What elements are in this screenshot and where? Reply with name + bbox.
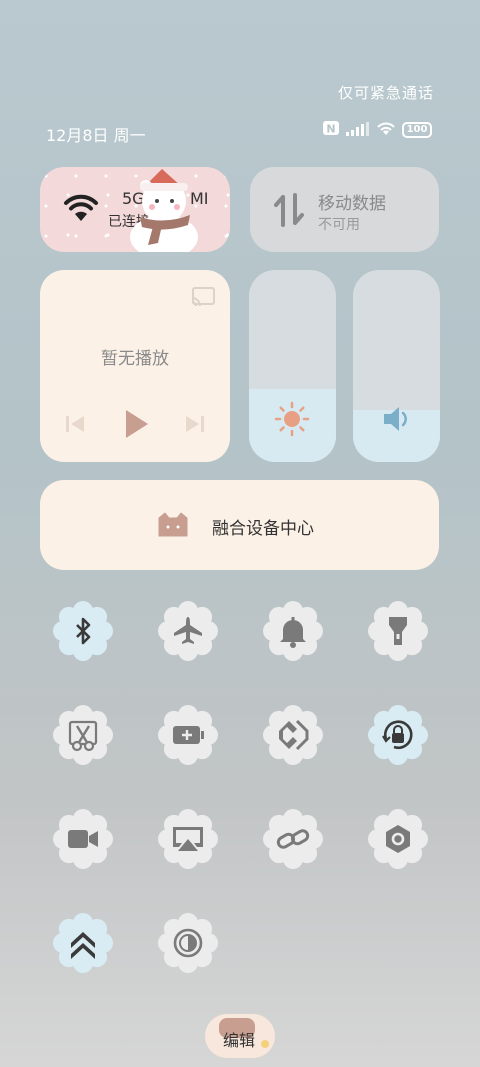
wifi-status-icon	[376, 121, 396, 140]
fusion-device-center-label: 融合设备中心	[212, 519, 314, 539]
toggle-screen-recorder[interactable]	[52, 808, 114, 870]
svg-text:N: N	[326, 123, 335, 136]
next-track-icon[interactable]	[184, 413, 206, 439]
volume-slider[interactable]	[353, 270, 440, 462]
toggle-battery-saver[interactable]	[157, 704, 219, 766]
nfc-status-icon: N	[322, 120, 340, 140]
toggle-settings[interactable]	[367, 808, 429, 870]
signal-icon	[346, 121, 370, 140]
toggle-nfc[interactable]	[262, 704, 324, 766]
media-status: 暂无播放	[101, 349, 169, 369]
toggle-screenshot[interactable]	[52, 704, 114, 766]
brightness-slider[interactable]	[249, 270, 336, 462]
date-text: 12月8日 周一	[46, 126, 146, 145]
toggle-dark-mode[interactable]	[157, 912, 219, 974]
data-arrows-icon	[274, 193, 304, 231]
cat-face-icon	[156, 512, 190, 542]
media-player-tile[interactable]: 暂无播放	[40, 270, 230, 462]
speaker-icon	[381, 404, 413, 438]
battery-plus-icon	[173, 726, 204, 744]
wifi-icon	[62, 193, 100, 227]
battery-icon: 100	[402, 122, 432, 138]
toggle-flashlight[interactable]	[367, 600, 429, 662]
toggle-ring-mode[interactable]	[262, 600, 324, 662]
cast-icon[interactable]	[190, 286, 216, 312]
edit-label: 编辑	[223, 1031, 256, 1050]
toggle-link[interactable]	[262, 808, 324, 870]
toggle-airplane-mode[interactable]	[157, 600, 219, 662]
toggle-screen-cast[interactable]	[157, 808, 219, 870]
previous-track-icon[interactable]	[64, 413, 86, 439]
wifi-tile[interactable]: 5G MI 已连接	[40, 167, 230, 252]
mobile-data-tile[interactable]: 移动数据 不可用	[250, 167, 439, 252]
edit-button[interactable]: 编辑	[205, 1014, 275, 1058]
play-icon[interactable]	[124, 408, 150, 444]
snowman-sticker	[122, 167, 202, 252]
sun-icon	[274, 401, 310, 441]
fusion-device-center-tile[interactable]: 融合设备中心	[40, 480, 439, 570]
mobile-data-status: 不可用	[318, 217, 360, 233]
emergency-calls-text: 仅可紧急通话	[337, 84, 434, 102]
mobile-data-title: 移动数据	[318, 194, 386, 214]
toggle-performance[interactable]	[52, 912, 114, 974]
battery-level: 100	[406, 124, 428, 135]
toggle-rotation-lock[interactable]	[367, 704, 429, 766]
status-icons: N 100	[322, 120, 432, 140]
toggle-bluetooth[interactable]	[52, 600, 114, 662]
